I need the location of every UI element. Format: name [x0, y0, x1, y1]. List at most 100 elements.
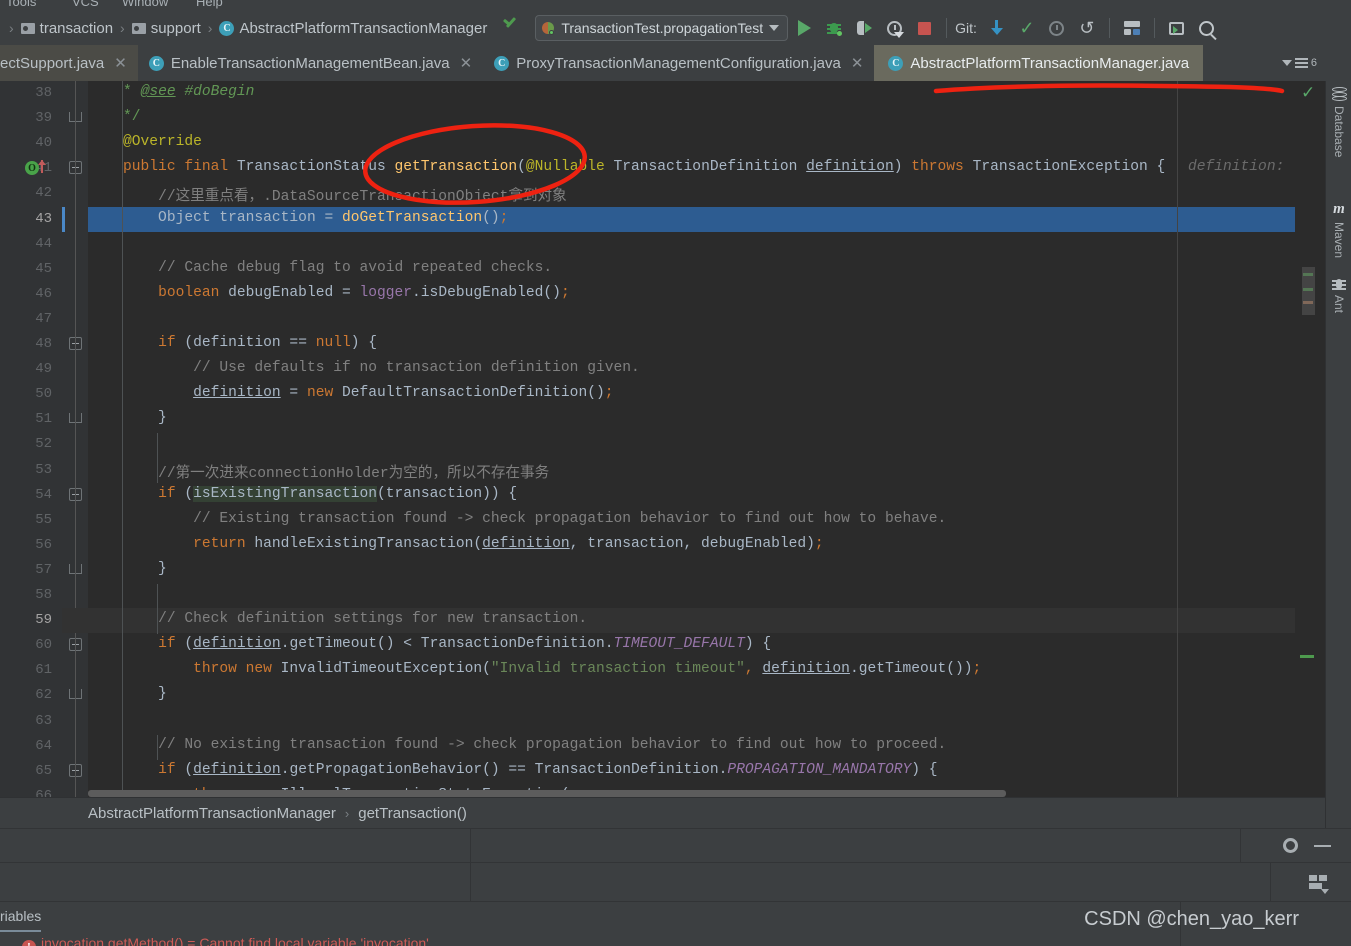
panel-toolbar-icons	[1283, 829, 1351, 862]
git-history-button[interactable]	[1043, 14, 1071, 42]
editor-breadcrumb-bar: AbstractPlatformTransactionManager › get…	[0, 797, 1325, 828]
search-everywhere-button[interactable]	[1193, 14, 1221, 42]
editor-tab-ectsupport[interactable]: ectSupport.java ✕	[0, 45, 138, 81]
menu-item-window[interactable]: Window	[122, 0, 168, 9]
horizontal-scrollbar[interactable]	[88, 790, 1006, 797]
code-line[interactable]: // No existing transaction found -> chec…	[88, 737, 946, 753]
code-line[interactable]: if (definition.getPropagationBehavior() …	[88, 762, 937, 778]
menu-item-tools[interactable]: Tools	[6, 0, 36, 9]
debug-button[interactable]	[820, 14, 848, 42]
tool-window-database[interactable]: Database	[1326, 87, 1351, 157]
run-button[interactable]	[790, 14, 818, 42]
menu-bar: Tools VCS Window Help	[0, 0, 1351, 11]
code-line[interactable]: // Check definition settings for new tra…	[88, 611, 587, 627]
layout-settings-icon[interactable]	[1309, 874, 1329, 894]
breadcrumb-item-class[interactable]: C AbstractPlatformTransactionManager	[219, 20, 487, 37]
code-line[interactable]: public final TransactionStatus getTransa…	[88, 159, 1165, 175]
line-number: 64	[35, 737, 52, 754]
code-line[interactable]: }	[88, 686, 167, 702]
code-line[interactable]: definition = new DefaultTransactionDefin…	[88, 385, 613, 401]
breadcrumb-class[interactable]: AbstractPlatformTransactionManager	[88, 805, 336, 822]
code-line[interactable]: if (definition.getTimeout() < Transactio…	[88, 636, 771, 652]
tab-overflow-control[interactable]: 6	[1281, 45, 1351, 81]
tab-label: ectSupport.java	[0, 54, 105, 72]
editor-tab-proxytransactionmanagementconfiguration[interactable]: C ProxyTransactionManagementConfiguratio…	[483, 45, 875, 81]
line-number-gutter[interactable]: 38 39 40 41 O 42 43 44 45 46 47 48 49 50 51 52 53 54 55 56 5…	[0, 81, 62, 797]
right-tool-window-bar: Database m Maven Ant	[1325, 81, 1351, 946]
editor-tab-enabletransactionmanagementbean[interactable]: C EnableTransactionManagementBean.java ✕	[137, 45, 484, 81]
code-line[interactable]: //这里重点看，.DataSourceTransactionObject拿到对象	[88, 184, 567, 205]
line-number: 55	[35, 511, 52, 528]
variable-error-row[interactable]: ! invocation.getMethod() = Cannot find lo…	[22, 935, 429, 946]
code-line[interactable]: boolean debugEnabled = logger.isDebugEna…	[88, 285, 570, 301]
stripe-thumb[interactable]	[1302, 267, 1315, 315]
code-line[interactable]: }	[88, 561, 167, 577]
code-line[interactable]: Object transaction = doGetTransaction();	[88, 210, 508, 226]
stripe-marker[interactable]	[1300, 655, 1314, 658]
panel-divider	[470, 863, 471, 901]
folder-icon	[20, 22, 35, 34]
editor-tab-abstractplatformtransactionmanager[interactable]: C AbstractPlatformTransactionManager.jav…	[874, 45, 1204, 81]
menu-item-help[interactable]: Help	[196, 0, 223, 9]
class-icon: C	[219, 20, 235, 36]
line-number: 38	[35, 85, 52, 101]
breadcrumb-item-transaction[interactable]: transaction	[20, 20, 113, 37]
code-line[interactable]: if (isExistingTransaction(transaction)) …	[88, 485, 517, 502]
indent-guide	[122, 81, 123, 797]
main-toolbar: TransactionTest.propagationTest Git: ✓ ↺	[535, 14, 1221, 42]
code-line[interactable]: // Existing transaction found -> check p…	[88, 511, 946, 527]
debug-panel-secondary	[0, 862, 1351, 901]
error-stripe-gutter[interactable]: ✓	[1295, 81, 1325, 797]
close-icon[interactable]: ✕	[460, 54, 473, 72]
code-line[interactable]: * @see #doBegin	[88, 84, 254, 100]
csdn-watermark: CSDN @chen_yao_kerr	[1084, 908, 1299, 930]
menu-item-vcs[interactable]: VCS	[72, 0, 99, 9]
code-line[interactable]: */	[88, 109, 141, 125]
code-editor[interactable]: 38 39 40 41 O 42 43 44 45 46 47 48 49 50 51 52 53 54 55 56 5…	[0, 81, 1325, 797]
close-icon[interactable]: ✕	[851, 54, 864, 72]
run-configuration-selector[interactable]: TransactionTest.propagationTest	[535, 15, 789, 41]
line-number: 56	[35, 536, 52, 553]
code-line[interactable]: // Cache debug flag to avoid repeated ch…	[88, 260, 552, 276]
code-line[interactable]: @Override	[88, 134, 202, 150]
project-structure-button[interactable]	[1118, 14, 1146, 42]
line-number: 43	[35, 210, 52, 227]
code-line[interactable]: // Use defaults if no transaction defini…	[88, 360, 640, 376]
git-label: Git:	[955, 20, 977, 36]
line-number: 52	[35, 436, 52, 453]
git-rollback-button[interactable]: ↺	[1073, 14, 1101, 42]
minus-icon[interactable]	[1314, 844, 1331, 847]
debugger-inline-hint: definition: "	[1188, 159, 1311, 176]
code-line[interactable]: throw new InvalidTimeoutException("Inval…	[88, 661, 981, 677]
line-number: 48	[35, 336, 52, 352]
class-icon: C	[148, 55, 164, 71]
line-number: 63	[35, 712, 52, 729]
breadcrumb-label: support	[150, 19, 201, 37]
git-update-button[interactable]	[983, 14, 1011, 42]
code-text-area[interactable]: * @see #doBegin */ @Override public fina…	[62, 81, 1325, 797]
gear-icon[interactable]	[1283, 838, 1298, 853]
breadcrumb-separator: ›	[344, 805, 350, 821]
close-icon[interactable]: ✕	[114, 54, 127, 72]
git-commit-button[interactable]: ✓	[1013, 14, 1041, 42]
code-line[interactable]: }	[88, 410, 167, 426]
stop-button[interactable]	[910, 14, 938, 42]
run-with-coverage-button[interactable]	[850, 14, 878, 42]
navigate-up-icon[interactable]	[501, 18, 521, 38]
line-number: 61	[35, 662, 52, 679]
gutter-border	[75, 81, 76, 797]
tab-variables[interactable]: riables	[0, 908, 42, 932]
breadcrumb-separator-1: ›	[120, 20, 125, 36]
terminal-button[interactable]	[1163, 14, 1191, 42]
tool-window-maven[interactable]: m Maven	[1326, 201, 1351, 258]
tool-window-ant[interactable]: Ant	[1326, 277, 1351, 313]
panel-divider	[1240, 829, 1241, 862]
code-line[interactable]: return handleExistingTransaction(definit…	[88, 536, 824, 552]
breadcrumb-item-support[interactable]: support	[131, 19, 201, 37]
inspection-ok-icon: ✓	[1301, 83, 1316, 102]
profile-button[interactable]	[880, 14, 908, 42]
breadcrumb-method[interactable]: getTransaction()	[358, 805, 467, 822]
code-line[interactable]: if (definition == null) {	[88, 335, 377, 351]
tab-active-underline	[0, 930, 42, 932]
run-icon	[797, 20, 811, 36]
